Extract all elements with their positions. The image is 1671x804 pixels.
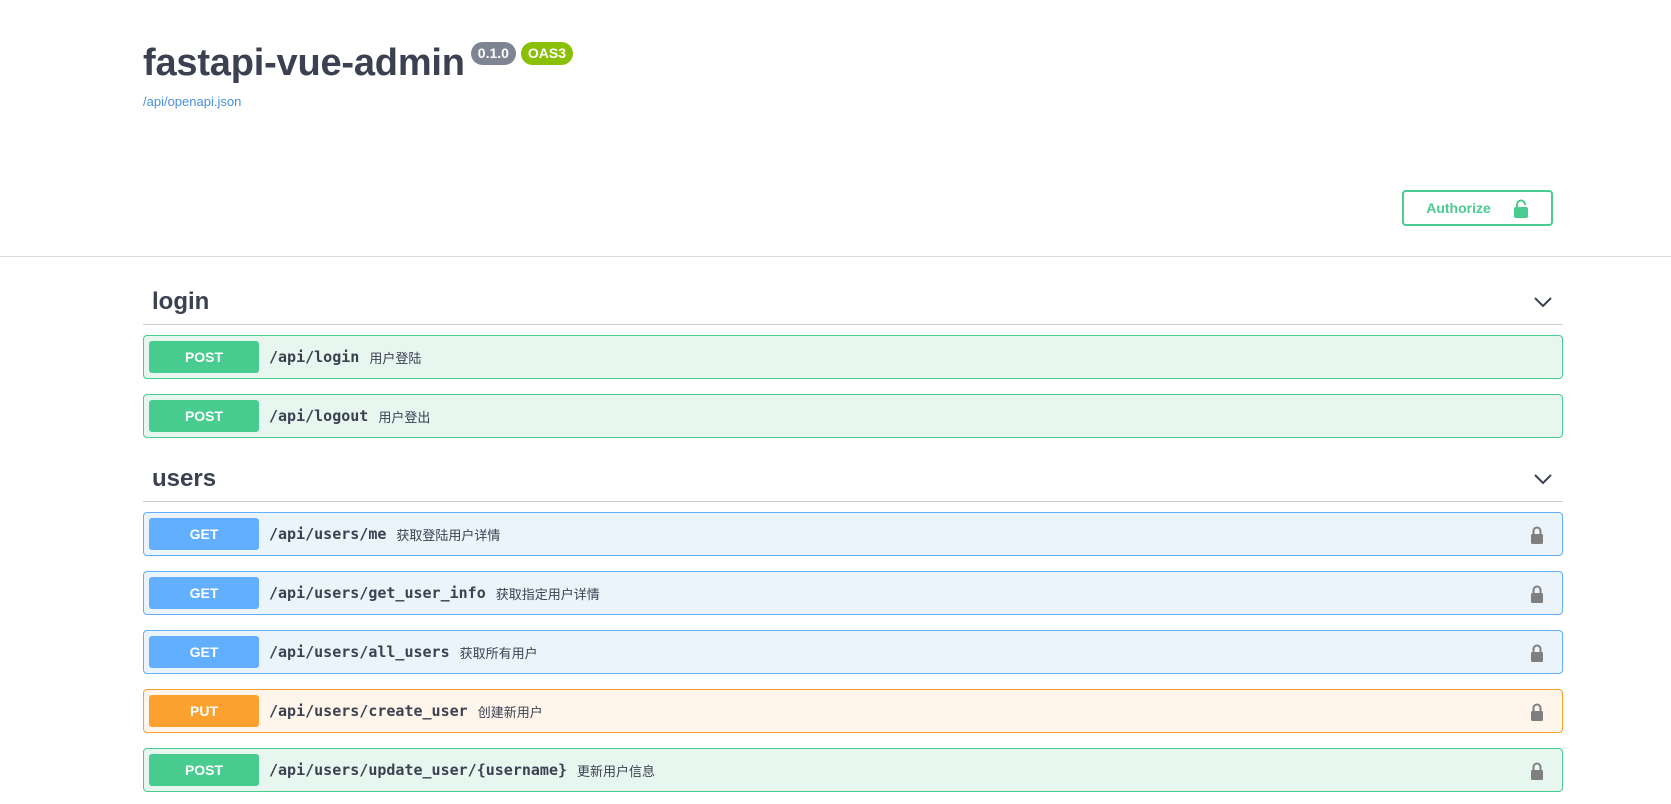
- operation-path: /api/users/all_users: [269, 643, 450, 661]
- authorize-button[interactable]: Authorize: [1402, 190, 1553, 226]
- method-badge: GET: [149, 636, 259, 668]
- method-badge: POST: [149, 754, 259, 786]
- operation-summary: 获取登陆用户详情: [396, 527, 501, 543]
- method-badge: PUT: [149, 695, 259, 727]
- operation-summary: 用户登出: [378, 409, 431, 425]
- api-info: fastapi-vue-admin 0.1.0 OAS3 /api/openap…: [143, 38, 574, 111]
- lock-icon[interactable]: [1530, 643, 1544, 663]
- authorize-label: Authorize: [1426, 200, 1491, 216]
- section-login-header[interactable]: login: [143, 279, 1563, 325]
- method-badge: GET: [149, 577, 259, 609]
- method-badge: GET: [149, 518, 259, 550]
- section-tag-users: users: [152, 464, 217, 492]
- operation-get-users-me[interactable]: GET /api/users/me 获取登陆用户详情: [143, 512, 1563, 556]
- operation-path: /api/login: [269, 348, 360, 366]
- lock-icon[interactable]: [1530, 584, 1544, 604]
- operation-summary: 更新用户信息: [577, 763, 656, 779]
- lock-icon[interactable]: [1530, 761, 1544, 781]
- header-divider: [0, 256, 1671, 257]
- chevron-down-icon[interactable]: [1533, 472, 1553, 486]
- chevron-down-icon[interactable]: [1533, 295, 1553, 309]
- badges: 0.1.0 OAS3: [470, 42, 574, 65]
- operation-summary: 获取所有用户: [459, 645, 538, 661]
- operation-post-logout[interactable]: POST /api/logout 用户登出: [143, 394, 1563, 438]
- operation-post-login[interactable]: POST /api/login 用户登陆: [143, 335, 1563, 379]
- operation-path: /api/users/update_user/{username}: [269, 761, 568, 779]
- operation-path: /api/users/me: [269, 525, 387, 543]
- version-badge: 0.1.0: [470, 42, 516, 65]
- method-badge: POST: [149, 400, 259, 432]
- operation-get-all-users[interactable]: GET /api/users/all_users 获取所有用户: [143, 630, 1563, 674]
- operation-post-update-user[interactable]: POST /api/users/update_user/{username} 更…: [143, 748, 1563, 792]
- title-row: fastapi-vue-admin 0.1.0 OAS3: [143, 38, 574, 88]
- lock-icon[interactable]: [1530, 702, 1544, 722]
- section-tag-login: login: [152, 287, 210, 315]
- lock-icon[interactable]: [1530, 525, 1544, 545]
- operation-put-create-user[interactable]: PUT /api/users/create_user 创建新用户: [143, 689, 1563, 733]
- operation-get-user-info[interactable]: GET /api/users/get_user_info 获取指定用户详情: [143, 571, 1563, 615]
- operation-summary: 用户登陆: [369, 350, 422, 366]
- operation-path: /api/logout: [269, 407, 369, 425]
- section-users-header[interactable]: users: [143, 456, 1563, 502]
- method-badge: POST: [149, 341, 259, 373]
- openapi-spec-link[interactable]: /api/openapi.json: [143, 94, 241, 109]
- operation-path: /api/users/create_user: [269, 702, 468, 720]
- unlocked-icon: [1513, 199, 1528, 218]
- operation-summary: 创建新用户: [477, 704, 543, 720]
- oas-badge: OAS3: [520, 42, 574, 65]
- operation-path: /api/users/get_user_info: [269, 584, 486, 602]
- api-title: fastapi-vue-admin: [143, 42, 465, 84]
- operation-summary: 获取指定用户详情: [495, 586, 600, 602]
